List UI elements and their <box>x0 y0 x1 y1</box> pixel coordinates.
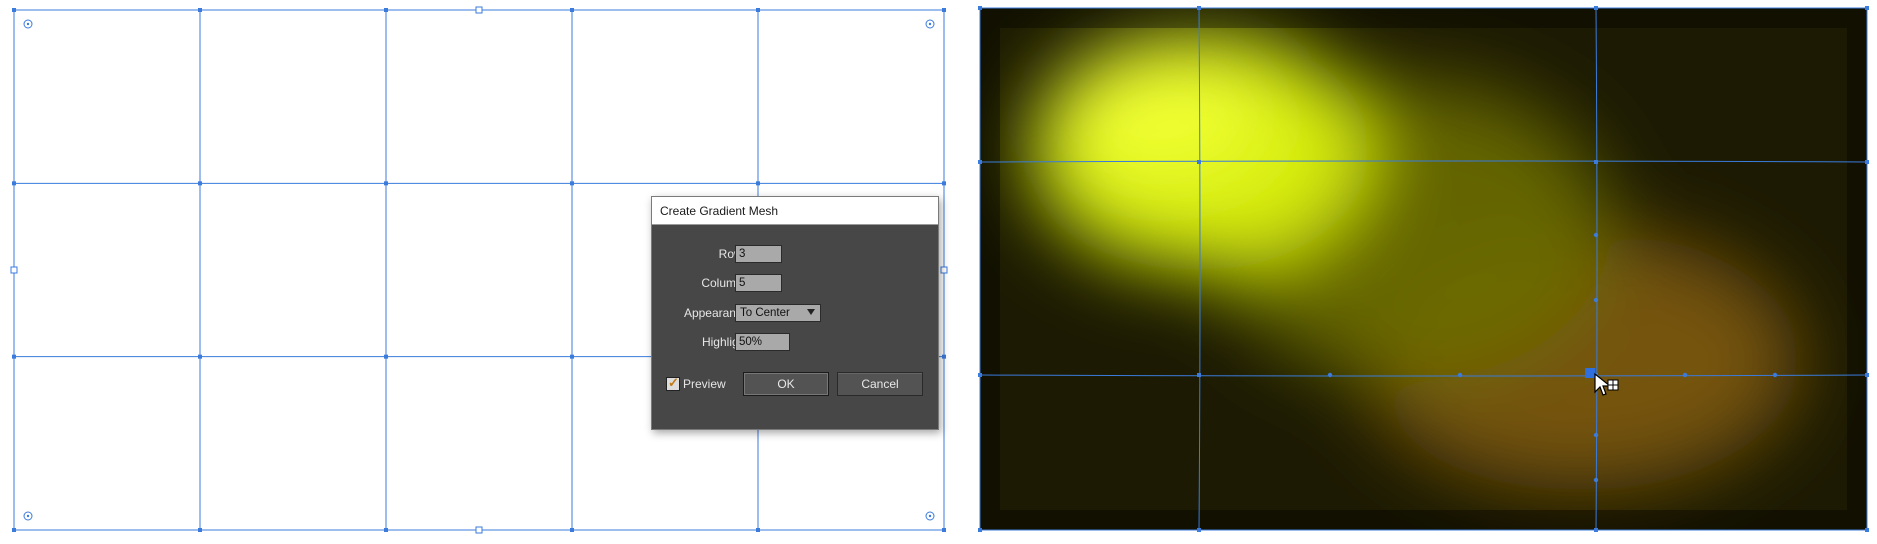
mesh-node[interactable] <box>1594 6 1598 10</box>
mesh-node[interactable] <box>12 528 16 532</box>
corner-target-dot <box>26 22 30 26</box>
mesh-node[interactable] <box>978 373 982 377</box>
appearance-select[interactable]: To Center <box>735 304 821 322</box>
mesh-node[interactable] <box>756 8 760 12</box>
mesh-handle[interactable] <box>1682 372 1688 378</box>
mesh-node[interactable] <box>12 8 16 12</box>
mesh-handle[interactable] <box>1327 372 1333 378</box>
mesh-node[interactable] <box>756 181 760 186</box>
mesh-node[interactable] <box>978 528 982 532</box>
rows-input[interactable]: 3 <box>735 245 782 263</box>
gradient-mesh-svg[interactable] <box>960 0 1877 544</box>
mesh-node[interactable] <box>1865 373 1869 377</box>
mesh-handle[interactable] <box>1457 372 1463 378</box>
mesh-node[interactable] <box>1197 528 1201 532</box>
mesh-node[interactable] <box>384 181 388 186</box>
mesh-node[interactable] <box>1197 6 1201 10</box>
preview-checkbox[interactable]: ✓ <box>666 375 680 391</box>
mesh-node[interactable] <box>198 8 202 12</box>
mesh-handle[interactable] <box>1593 432 1599 438</box>
mesh-node[interactable] <box>1865 160 1869 164</box>
highlight-input[interactable]: 50% <box>735 333 790 351</box>
ok-button[interactable]: OK <box>743 372 829 396</box>
mesh-node[interactable] <box>756 528 760 532</box>
corner-target-dot <box>26 514 30 518</box>
mesh-node[interactable] <box>1865 6 1869 10</box>
mesh-node[interactable] <box>570 528 574 532</box>
chevron-down-icon <box>807 309 815 315</box>
mesh-node[interactable] <box>570 354 574 359</box>
preview-label: Preview <box>683 377 726 391</box>
mesh-node[interactable] <box>942 8 946 12</box>
mesh-node[interactable] <box>1197 373 1201 377</box>
mesh-node[interactable] <box>942 354 946 359</box>
checkmark-icon: ✓ <box>668 375 679 390</box>
gradient-mesh-canvas[interactable] <box>960 0 1877 544</box>
mesh-handle[interactable] <box>1593 297 1599 303</box>
mesh-node[interactable] <box>942 181 946 186</box>
mesh-node[interactable] <box>1594 528 1598 532</box>
mesh-node[interactable] <box>384 8 388 12</box>
columns-input[interactable]: 5 <box>735 274 782 292</box>
mesh-node[interactable] <box>570 8 574 12</box>
mesh-handle[interactable] <box>1772 372 1778 378</box>
bounding-handle[interactable] <box>10 266 18 274</box>
bounding-handle[interactable] <box>475 6 483 14</box>
mesh-node[interactable] <box>198 528 202 532</box>
gradient-bright-core <box>1060 55 1260 175</box>
appearance-value: To Center <box>740 307 790 319</box>
cancel-button[interactable]: Cancel <box>837 372 923 396</box>
mesh-node[interactable] <box>1865 528 1869 532</box>
corner-target-dot <box>928 514 932 518</box>
bounding-handle[interactable] <box>475 526 483 534</box>
mesh-node[interactable] <box>198 181 202 186</box>
mesh-node[interactable] <box>978 6 982 10</box>
mesh-node[interactable] <box>942 528 946 532</box>
bounding-handle[interactable] <box>940 266 948 274</box>
mesh-node[interactable] <box>384 528 388 532</box>
mesh-node[interactable] <box>1594 160 1598 164</box>
dialog-title: Create Gradient Mesh <box>660 203 779 218</box>
mesh-node[interactable] <box>12 354 16 359</box>
dialog-titlebar[interactable]: Create Gradient Mesh <box>652 197 938 225</box>
mesh-handle[interactable] <box>1593 232 1599 238</box>
mesh-node[interactable] <box>12 181 16 186</box>
mesh-add-point-cursor-icon <box>1593 372 1619 400</box>
dialog-body: Rows: 3 Columns: 5 Appearance: To Center… <box>652 225 938 429</box>
mesh-node[interactable] <box>570 181 574 186</box>
mesh-node[interactable] <box>384 354 388 359</box>
mesh-node[interactable] <box>978 160 982 164</box>
mesh-node[interactable] <box>198 354 202 359</box>
create-gradient-mesh-dialog: Create Gradient Mesh Rows: 3 Columns: 5 … <box>651 196 939 430</box>
mesh-node[interactable] <box>1197 160 1201 164</box>
mesh-handle[interactable] <box>1593 477 1599 483</box>
corner-target-dot <box>928 22 932 26</box>
